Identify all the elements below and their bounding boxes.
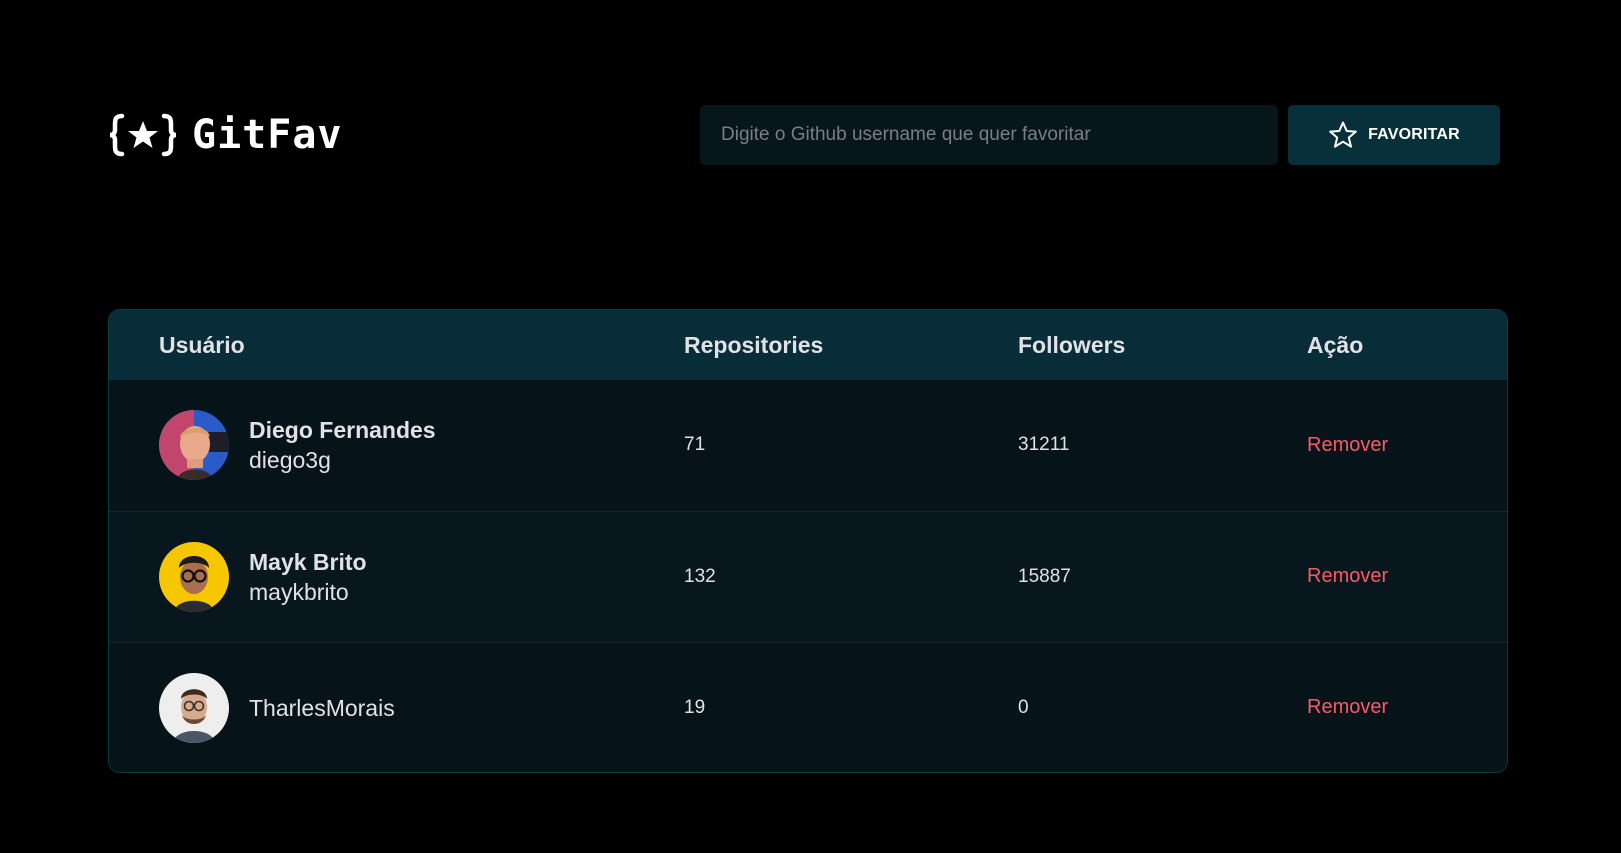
table-row: Diego Fernandes diego3g 71 31211 Remover <box>109 380 1507 511</box>
user-text: Diego Fernandes diego3g <box>249 415 436 475</box>
repositories-cell: 132 <box>684 510 1018 642</box>
logo-text: GitFav <box>192 112 343 158</box>
remove-button[interactable]: Remover <box>1307 565 1388 587</box>
column-header-user: Usuário <box>159 331 245 358</box>
braces-star-icon <box>109 113 177 157</box>
avatar[interactable] <box>159 410 229 481</box>
repositories-cell: 71 <box>684 434 706 456</box>
action-cell: Remover <box>1307 510 1507 642</box>
favoritar-button[interactable]: FAVORITAR <box>1288 105 1500 165</box>
user-text: Mayk Brito maykbrito <box>249 547 367 607</box>
remove-button[interactable]: Remover <box>1307 434 1388 456</box>
table-header-row: Usuário Repositories Followers Ação <box>109 310 1507 380</box>
gitfav-page: GitFav FAVORITAR Usuário Repositories Fo… <box>0 0 1621 853</box>
logo: GitFav <box>108 112 343 158</box>
followers-cell: 15887 <box>1018 510 1307 642</box>
avatar[interactable] <box>159 541 229 612</box>
search-bar: FAVORITAR <box>700 105 1500 165</box>
favorites-table: Usuário Repositories Followers Ação Dieg… <box>109 310 1507 772</box>
user-text: TharlesMorais <box>249 693 395 723</box>
table-row: TharlesMorais 19 0 Remover <box>109 641 1507 772</box>
favoritar-label: FAVORITAR <box>1368 126 1460 143</box>
avatar[interactable] <box>159 672 229 743</box>
search-input[interactable] <box>700 105 1278 165</box>
table-row: Mayk Brito maykbrito 132 15887 Remover <box>109 510 1507 642</box>
column-header-action: Ação <box>1307 331 1364 358</box>
user-login: TharlesMorais <box>249 694 395 721</box>
remove-button[interactable]: Remover <box>1307 696 1388 718</box>
action-cell: Remover <box>1307 641 1507 772</box>
user-cell: TharlesMorais <box>109 641 684 772</box>
user-info: TharlesMorais <box>159 672 684 743</box>
favorites-table-container: Usuário Repositories Followers Ação Dieg… <box>108 309 1508 773</box>
star-outline-icon <box>1329 121 1357 148</box>
user-login: diego3g <box>249 447 331 474</box>
followers-cell: 31211 <box>1018 434 1070 456</box>
column-header-repositories: Repositories <box>684 331 824 358</box>
column-header-followers: Followers <box>1018 331 1126 358</box>
user-info: Mayk Brito maykbrito <box>159 541 684 612</box>
user-info: Diego Fernandes diego3g <box>159 410 684 481</box>
repositories-cell: 19 <box>684 641 1018 772</box>
action-cell: Remover <box>1307 380 1507 511</box>
user-name: Mayk Brito <box>249 548 367 575</box>
user-cell: Mayk Brito maykbrito <box>109 510 684 642</box>
user-name: Diego Fernandes <box>249 417 436 444</box>
user-cell: Diego Fernandes diego3g <box>109 380 684 511</box>
app-header: GitFav FAVORITAR <box>108 105 1500 165</box>
user-login: maykbrito <box>249 578 349 605</box>
followers-cell: 0 <box>1018 641 1307 772</box>
